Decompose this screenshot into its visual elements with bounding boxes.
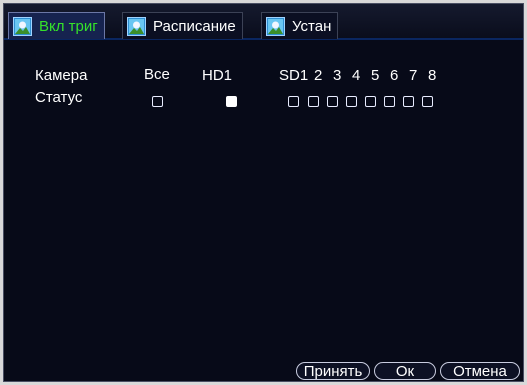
status-channel-checkbox[interactable] bbox=[365, 96, 376, 107]
status-channel-checkbox[interactable] bbox=[288, 96, 299, 107]
camera-image-icon bbox=[266, 16, 285, 36]
apply-button[interactable]: Принять bbox=[296, 362, 370, 380]
tab-label: Вкл триг bbox=[39, 17, 98, 35]
status-channel-checkbox[interactable] bbox=[422, 96, 433, 107]
ok-button[interactable]: Ок bbox=[374, 362, 436, 380]
status-hd1-checkbox[interactable] bbox=[226, 96, 237, 107]
camera-image-icon bbox=[127, 16, 146, 36]
column-all-label: Все bbox=[144, 66, 170, 83]
camera-image-icon bbox=[13, 16, 32, 36]
camera-row-label: Камера bbox=[35, 67, 88, 84]
column-channel-label: 8 bbox=[428, 67, 437, 84]
tab-trigger-enable[interactable]: Вкл триг bbox=[8, 12, 105, 39]
status-channel-checkbox[interactable] bbox=[327, 96, 338, 107]
cancel-button[interactable]: Отмена bbox=[440, 362, 520, 380]
status-channel-checkbox[interactable] bbox=[308, 96, 319, 107]
column-hd1-label: HD1 bbox=[202, 67, 233, 84]
tab-label: Расписание bbox=[153, 17, 236, 35]
column-channel-label: 3 bbox=[333, 67, 342, 84]
column-channel-label: 5 bbox=[371, 67, 380, 84]
column-channel-label: 6 bbox=[390, 67, 399, 84]
column-sd1-label: SD1 bbox=[279, 67, 309, 84]
tab-settings[interactable]: Устан bbox=[261, 12, 339, 39]
trigger-settings-window: Вкл триг Расписание Устан Камера Все HD1… bbox=[3, 3, 524, 382]
status-channel-checkbox[interactable] bbox=[384, 96, 395, 107]
column-channel-label: 4 bbox=[352, 67, 361, 84]
tab-bar: Вкл триг Расписание Устан bbox=[4, 4, 523, 40]
column-channel-label: 2 bbox=[314, 67, 323, 84]
status-channel-checkbox[interactable] bbox=[403, 96, 414, 107]
status-all-checkbox[interactable] bbox=[152, 96, 163, 107]
tab-label: Устан bbox=[292, 17, 332, 35]
status-channel-checkbox[interactable] bbox=[346, 96, 357, 107]
trigger-panel: Камера Все HD1 SD1 2 3 4 5 6 7 8 Статус bbox=[4, 40, 523, 350]
status-row-label: Статус bbox=[35, 89, 83, 106]
column-channel-label: 7 bbox=[409, 67, 418, 84]
tab-schedule[interactable]: Расписание bbox=[122, 12, 243, 39]
